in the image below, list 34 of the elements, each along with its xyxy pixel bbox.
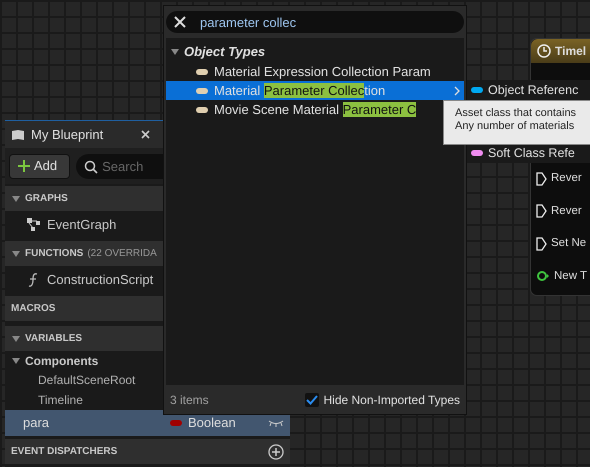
type-name: Material Expression Collection Param: [214, 62, 432, 81]
tooltip-text: Asset class that contains: [455, 107, 578, 120]
pin-label: Set Ne: [551, 236, 586, 251]
tree-item[interactable]: EventGraph: [47, 215, 116, 235]
section-header[interactable]: EVENT DISPATCHERS: [5, 439, 290, 464]
section-title: FUNCTIONS: [25, 247, 84, 261]
category-label[interactable]: Components: [25, 352, 98, 370]
submenu-item[interactable]: Object Referenc: [467, 80, 590, 100]
pin-label: New T: [554, 268, 588, 284]
type-item[interactable]: Movie Scene Material Parameter C: [166, 100, 442, 119]
panel-title: My Blueprint: [31, 126, 104, 144]
pin-label: Rever: [551, 204, 582, 218]
section-title: VARIABLES: [25, 332, 82, 346]
submenu-item[interactable]: Soft Class Refe: [467, 143, 590, 163]
node-title: Timel: [555, 43, 586, 60]
type-item[interactable]: Material Expression Collection Param: [166, 62, 442, 81]
section-title: MACROS: [11, 302, 56, 316]
category-label[interactable]: Object Types: [184, 42, 266, 62]
section-title: GRAPHS: [25, 192, 68, 206]
tooltip-text: Any number of materials: [455, 120, 576, 133]
add-button[interactable]: Add: [9, 154, 70, 178]
item-count: 3 items: [170, 392, 209, 409]
variable-row[interactable]: para Boolean: [5, 410, 290, 436]
type-name: Material Parameter Collection: [214, 82, 386, 100]
variable-name: para: [23, 414, 50, 432]
type-name: Movie Scene Material Parameter C: [214, 100, 418, 119]
tree-item[interactable]: ConstructionScript: [47, 270, 154, 290]
pin-label: Rever: [551, 171, 582, 186]
type-item[interactable]: Material Parameter Collection: [166, 81, 464, 100]
section-title: EVENT DISPATCHERS: [11, 445, 118, 459]
checkbox-label: Hide Non-Imported Types: [323, 392, 460, 409]
variable-type: Boolean: [188, 414, 237, 432]
section-note: (22 OVERRIDA: [87, 247, 157, 261]
search-field[interactable]: parameter collec: [166, 11, 464, 33]
